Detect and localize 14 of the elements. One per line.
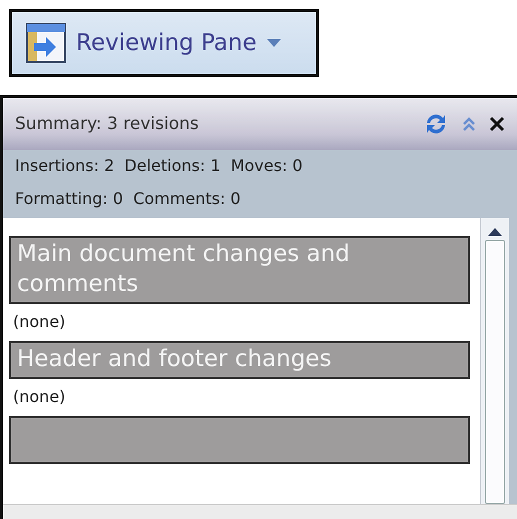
- section-heading: Header and footer changes: [9, 340, 470, 379]
- dropdown-arrow-icon: [266, 39, 281, 47]
- scrollbar[interactable]: [480, 218, 509, 504]
- scroll-up-icon[interactable]: [488, 226, 502, 236]
- section-heading: Main document changes and comments: [9, 236, 470, 304]
- collapse-button[interactable]: [463, 116, 475, 132]
- section-content: (none): [12, 310, 66, 333]
- revision-stats: Insertions: 2 Deletions: 1 Moves: 0: [15, 156, 304, 175]
- summary-title: Summary: 3 revisions: [15, 114, 200, 134]
- reviewing-pane-button[interactable]: Reviewing Pane: [9, 9, 319, 77]
- section-content: (none): [12, 386, 66, 408]
- close-button[interactable]: [489, 116, 505, 132]
- revision-stats: Formatting: 0 Comments: 0: [15, 189, 242, 208]
- pane-icon: [26, 23, 66, 63]
